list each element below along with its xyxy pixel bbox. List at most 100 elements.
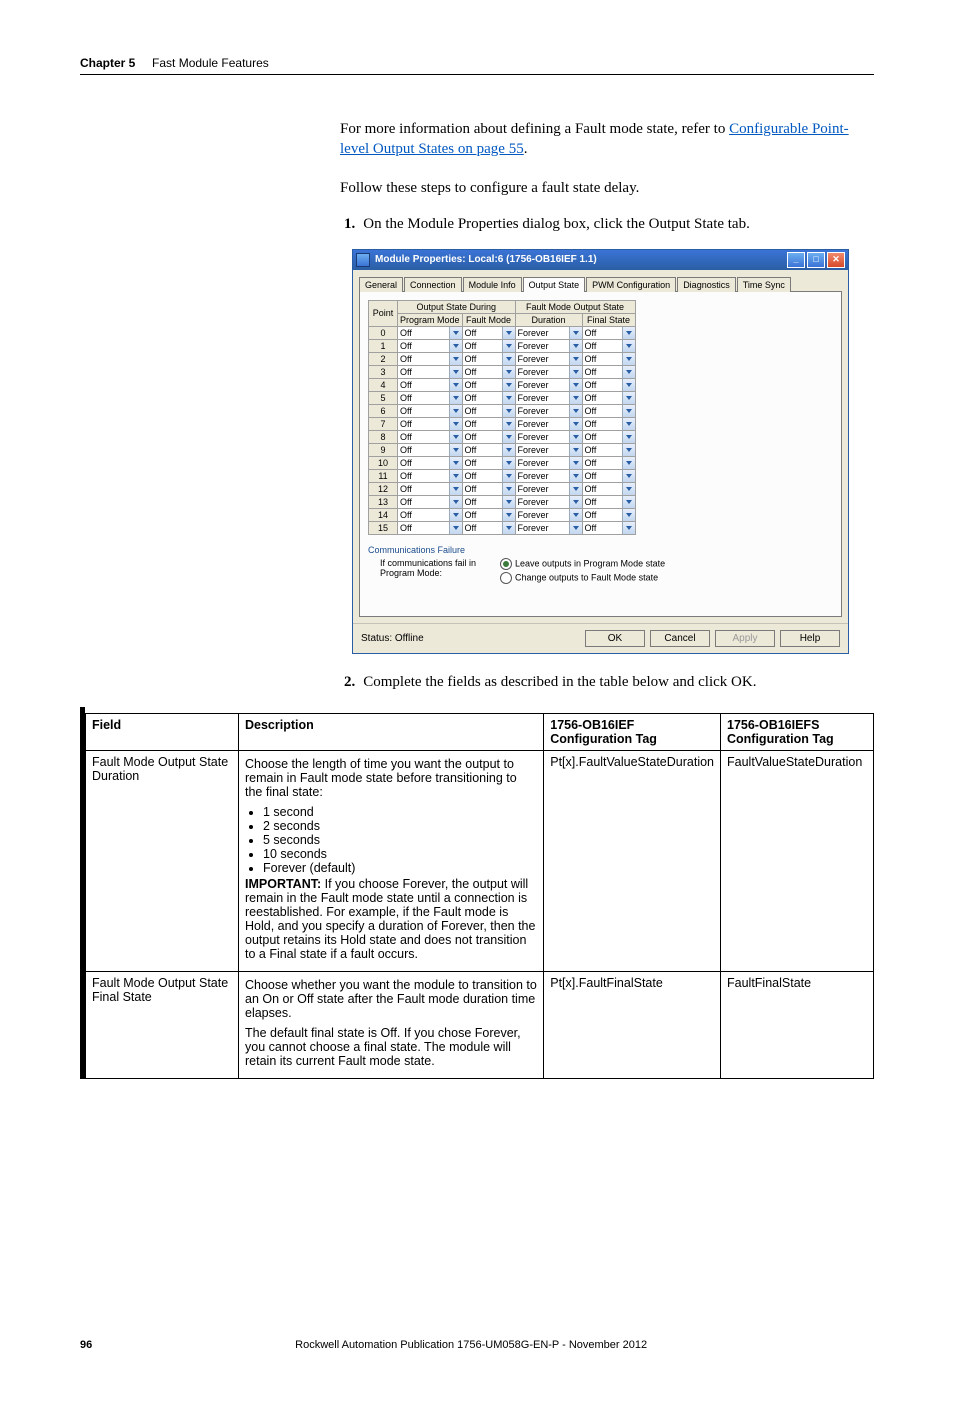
fault-mode-dropdown[interactable]: Off — [462, 365, 515, 378]
program-mode-dropdown[interactable]: Off — [398, 508, 463, 521]
program-mode-dropdown[interactable]: Off — [398, 430, 463, 443]
fault-mode-dropdown[interactable]: Off — [462, 430, 515, 443]
duration-dropdown[interactable]: Forever — [515, 521, 582, 534]
th-description: Description — [239, 713, 544, 750]
duration-dropdown[interactable]: Forever — [515, 430, 582, 443]
row-point: 7 — [369, 417, 398, 430]
program-mode-dropdown[interactable]: Off — [398, 339, 463, 352]
fault-mode-dropdown[interactable]: Off — [462, 378, 515, 391]
program-mode-dropdown[interactable]: Off — [398, 495, 463, 508]
fault-mode-dropdown[interactable]: Off — [462, 521, 515, 534]
row-point: 8 — [369, 430, 398, 443]
duration-dropdown[interactable]: Forever — [515, 404, 582, 417]
final-state-dropdown[interactable]: Off — [582, 365, 635, 378]
program-mode-dropdown[interactable]: Off — [398, 469, 463, 482]
radio-change-outputs[interactable]: Change outputs to Fault Mode state — [500, 572, 665, 584]
fault-mode-dropdown[interactable]: Off — [462, 443, 515, 456]
duration-dropdown[interactable]: Forever — [515, 482, 582, 495]
duration-dropdown[interactable]: Forever — [515, 417, 582, 430]
row-point: 13 — [369, 495, 398, 508]
fault-mode-dropdown[interactable]: Off — [462, 508, 515, 521]
grid-row: 1OffOffForeverOff — [369, 339, 636, 352]
close-button[interactable]: ✕ — [827, 252, 845, 268]
tab-general[interactable]: General — [359, 277, 403, 292]
fault-mode-dropdown[interactable]: Off — [462, 417, 515, 430]
minimize-button[interactable]: _ — [787, 252, 805, 268]
program-mode-dropdown[interactable]: Off — [398, 417, 463, 430]
fault-mode-dropdown[interactable]: Off — [462, 326, 515, 339]
fault-mode-dropdown[interactable]: Off — [462, 352, 515, 365]
final-state-dropdown[interactable]: Off — [582, 521, 635, 534]
final-state-dropdown[interactable]: Off — [582, 378, 635, 391]
program-mode-dropdown[interactable]: Off — [398, 456, 463, 469]
step-2-text: Complete the fields as described in the … — [363, 674, 756, 690]
final-state-dropdown[interactable]: Off — [582, 404, 635, 417]
row-point: 2 — [369, 352, 398, 365]
fault-mode-dropdown[interactable]: Off — [462, 456, 515, 469]
row-point: 10 — [369, 456, 398, 469]
final-state-dropdown[interactable]: Off — [582, 469, 635, 482]
ok-button[interactable]: OK — [585, 630, 645, 647]
duration-dropdown[interactable]: Forever — [515, 456, 582, 469]
program-mode-dropdown[interactable]: Off — [398, 352, 463, 365]
col-point: Point — [369, 300, 398, 326]
program-mode-dropdown[interactable]: Off — [398, 326, 463, 339]
duration-dropdown[interactable]: Forever — [515, 352, 582, 365]
fault-mode-dropdown[interactable]: Off — [462, 404, 515, 417]
program-mode-dropdown[interactable]: Off — [398, 391, 463, 404]
duration-dropdown[interactable]: Forever — [515, 495, 582, 508]
cancel-button[interactable]: Cancel — [650, 630, 710, 647]
final-state-dropdown[interactable]: Off — [582, 456, 635, 469]
program-mode-dropdown[interactable]: Off — [398, 404, 463, 417]
tab-time-sync[interactable]: Time Sync — [737, 277, 791, 292]
cell-field-duration: Fault Mode Output State Duration — [86, 750, 239, 971]
fault-mode-dropdown[interactable]: Off — [462, 482, 515, 495]
final-state-dropdown[interactable]: Off — [582, 352, 635, 365]
program-mode-dropdown[interactable]: Off — [398, 378, 463, 391]
final-state-dropdown[interactable]: Off — [582, 482, 635, 495]
fault-mode-dropdown[interactable]: Off — [462, 339, 515, 352]
duration-dropdown[interactable]: Forever — [515, 443, 582, 456]
desc-p2: The default final state is Off. If you c… — [245, 1026, 537, 1068]
final-state-dropdown[interactable]: Off — [582, 508, 635, 521]
final-state-dropdown[interactable]: Off — [582, 495, 635, 508]
tab-output-state[interactable]: Output State — [523, 277, 586, 292]
fault-mode-dropdown[interactable]: Off — [462, 391, 515, 404]
tab-pwm-configuration[interactable]: PWM Configuration — [586, 277, 676, 292]
duration-dropdown[interactable]: Forever — [515, 508, 582, 521]
tab-diagnostics[interactable]: Diagnostics — [677, 277, 736, 292]
th-field: Field — [86, 713, 239, 750]
program-mode-dropdown[interactable]: Off — [398, 482, 463, 495]
tab-connection[interactable]: Connection — [404, 277, 462, 292]
final-state-dropdown[interactable]: Off — [582, 391, 635, 404]
final-state-dropdown[interactable]: Off — [582, 417, 635, 430]
fault-mode-dropdown[interactable]: Off — [462, 495, 515, 508]
apply-button[interactable]: Apply — [715, 630, 775, 647]
cell-desc-duration: Choose the length of time you want the o… — [239, 750, 544, 971]
program-mode-dropdown[interactable]: Off — [398, 521, 463, 534]
final-state-dropdown[interactable]: Off — [582, 326, 635, 339]
cell-tag2-finalstate: FaultFinalState — [721, 971, 874, 1078]
program-mode-dropdown[interactable]: Off — [398, 443, 463, 456]
final-state-dropdown[interactable]: Off — [582, 443, 635, 456]
col-fault-mode: Fault Mode — [462, 313, 515, 326]
duration-dropdown[interactable]: Forever — [515, 339, 582, 352]
duration-dropdown[interactable]: Forever — [515, 365, 582, 378]
final-state-dropdown[interactable]: Off — [582, 339, 635, 352]
program-mode-dropdown[interactable]: Off — [398, 365, 463, 378]
step-1: 1.On the Module Properties dialog box, c… — [368, 216, 874, 233]
duration-dropdown[interactable]: Forever — [515, 378, 582, 391]
help-button[interactable]: Help — [780, 630, 840, 647]
group-fault-mode-output-state: Fault Mode Output State — [515, 300, 635, 313]
maximize-button[interactable]: □ — [807, 252, 825, 268]
duration-dropdown[interactable]: Forever — [515, 469, 582, 482]
final-state-dropdown[interactable]: Off — [582, 430, 635, 443]
dialog-titlebar: Module Properties: Local:6 (1756-OB16IEF… — [353, 250, 848, 270]
cell-tag2-duration: FaultValueStateDuration — [721, 750, 874, 971]
tab-module-info[interactable]: Module Info — [463, 277, 522, 292]
duration-dropdown[interactable]: Forever — [515, 326, 582, 339]
duration-dropdown[interactable]: Forever — [515, 391, 582, 404]
radio-leave-outputs[interactable]: Leave outputs in Program Mode state — [500, 558, 665, 570]
output-state-grid: Point Output State During Fault Mode Out… — [368, 300, 636, 535]
fault-mode-dropdown[interactable]: Off — [462, 469, 515, 482]
